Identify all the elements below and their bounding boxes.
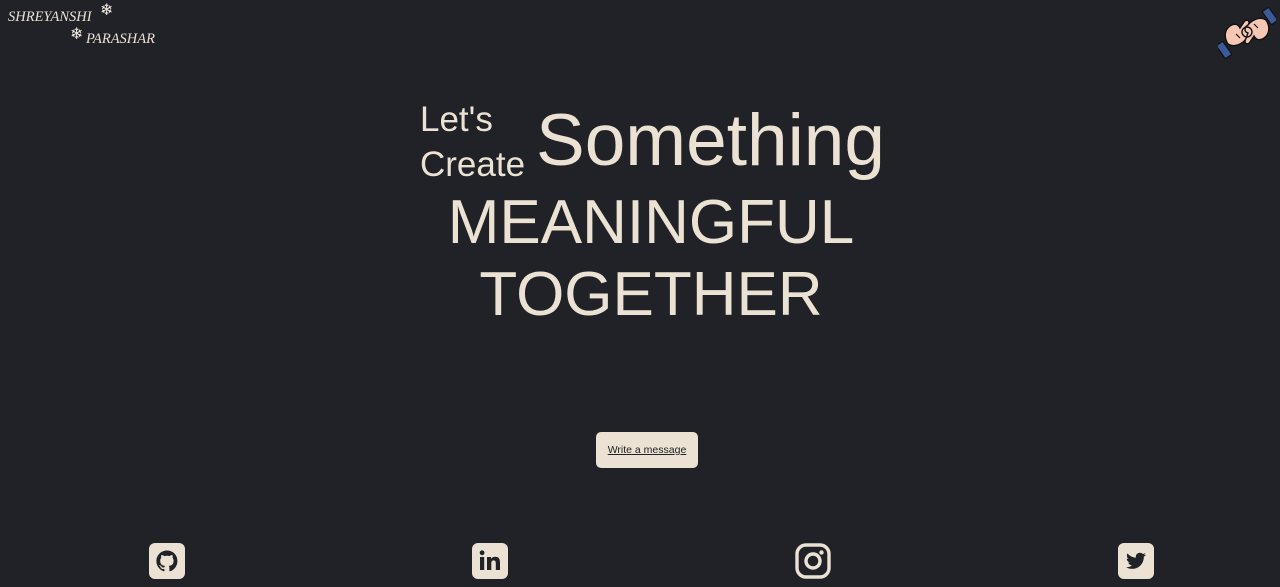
instagram-icon[interactable] [794, 542, 832, 580]
hero-lets: Let's [420, 100, 493, 139]
hero-create: Create [420, 145, 526, 184]
hero-meaningful: MEANINGFUL [447, 188, 855, 257]
write-message-button[interactable]: Write a message [596, 432, 698, 468]
linkedin-icon[interactable] [471, 542, 509, 580]
hero-headline: Let's Create Something MEANINGFUL TOGETH… [0, 0, 1280, 587]
github-icon[interactable] [148, 542, 186, 580]
hero-together: TOGETHER [479, 260, 823, 329]
hero-something: Something [536, 100, 885, 181]
twitter-icon[interactable] [1117, 542, 1155, 580]
